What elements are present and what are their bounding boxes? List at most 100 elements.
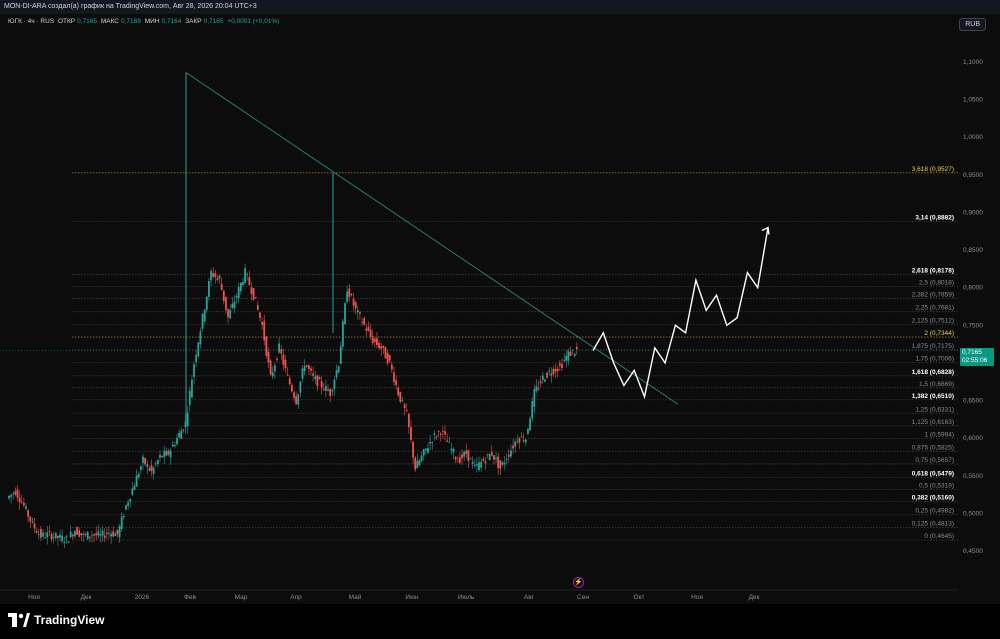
candle-body: [463, 451, 466, 457]
candle-body: [482, 459, 485, 462]
candle-body: [271, 372, 274, 377]
candle-body: [144, 457, 147, 465]
fib-level-label: 2,618 (0,8178): [912, 267, 954, 274]
y-tick-label: 0,6500: [963, 398, 983, 405]
candle-body: [382, 345, 385, 348]
candle-body: [67, 541, 70, 543]
candle-body: [108, 532, 110, 534]
y-tick-label: 0,9500: [963, 172, 983, 179]
candle-body: [225, 296, 227, 311]
candle-body: [256, 305, 259, 310]
candle-body: [220, 283, 223, 290]
candle-body: [48, 530, 51, 532]
y-tick-label: 0,5500: [963, 473, 983, 480]
candle-body: [282, 354, 285, 365]
candle-body: [169, 450, 172, 458]
fib-level-label: 0,5 (0,5319): [919, 482, 954, 489]
candle-body: [486, 454, 489, 456]
tradingview-logo[interactable]: TradingView: [8, 613, 104, 627]
lightning-icon[interactable]: ⚡: [573, 577, 584, 588]
candle-body: [114, 533, 117, 537]
candle-body: [386, 352, 389, 364]
candle-body: [522, 440, 525, 442]
candle-body: [33, 523, 36, 529]
fib-level-label: 2,382 (0,7859): [912, 291, 954, 298]
candle-body: [510, 450, 512, 457]
candle-body: [150, 465, 153, 471]
candle-body: [135, 475, 138, 487]
high-label: МАКС: [100, 18, 119, 25]
candle-body: [129, 498, 132, 502]
candle-body: [367, 326, 370, 331]
candle-body: [242, 281, 244, 286]
candle-body: [167, 450, 170, 455]
candle-body: [118, 525, 121, 538]
candle-body: [218, 275, 221, 279]
candle-body: [456, 461, 459, 463]
candle-body: [361, 322, 363, 323]
projection-arrowhead: [761, 226, 770, 235]
symbol-label[interactable]: ЮГК · 4ч · RUS: [8, 18, 54, 25]
candle-body: [465, 450, 468, 454]
candle-body: [22, 502, 25, 506]
bar-countdown: 02:55:06: [962, 357, 988, 364]
candle-body: [501, 462, 504, 465]
candle-body: [86, 531, 89, 540]
candle-body: [533, 389, 536, 407]
candle-body: [544, 379, 546, 382]
fib-level-label: 0,25 (0,4982): [915, 508, 954, 515]
candle-body: [397, 387, 400, 396]
candle-body: [401, 400, 404, 401]
candle-body: [120, 516, 123, 530]
candle-body: [388, 355, 391, 361]
time-axis: [0, 589, 1000, 604]
candle-body: [550, 373, 553, 376]
candle-body: [552, 368, 555, 374]
candle-body: [37, 533, 40, 535]
candle-body: [380, 346, 383, 349]
candle-body: [467, 450, 470, 462]
candle-body: [239, 282, 242, 291]
fib-level-label: 0 (0,4645): [924, 533, 954, 540]
fib-level-label: 1,875 (0,7175): [912, 343, 954, 350]
y-tick-label: 0,4500: [963, 548, 983, 555]
candle-body: [182, 429, 185, 431]
candle-body: [437, 430, 440, 432]
candle-body: [433, 433, 436, 435]
candle-body: [495, 457, 497, 460]
candle-body: [99, 534, 102, 536]
candle-body: [524, 439, 527, 443]
y-tick-label: 0,8000: [963, 285, 983, 292]
candle-body: [448, 441, 451, 443]
candle-body: [446, 440, 449, 442]
candle-body: [173, 445, 176, 447]
candle-body: [259, 312, 261, 319]
fib-level-label: 0,75 (0,5657): [915, 457, 954, 464]
candle-body: [227, 308, 229, 318]
fib-level-label: 0,618 (0,5479): [912, 470, 954, 477]
trendline: [185, 72, 679, 405]
candle-body: [414, 457, 417, 470]
currency-button[interactable]: RUB: [959, 18, 986, 31]
candle-body: [267, 351, 270, 363]
low-label: МИН: [144, 18, 160, 25]
candle-body: [101, 530, 104, 536]
candle-body: [91, 535, 93, 537]
last-price-value: 0,7165: [962, 349, 982, 356]
fib-level-label: 1,382 (0,6510): [912, 393, 954, 400]
candle-body: [527, 428, 529, 434]
last-price-tag: 0,7165 02:55:06: [960, 348, 994, 366]
candle-body: [63, 542, 66, 544]
candle-body: [556, 368, 559, 372]
candle-body: [497, 456, 500, 469]
candle-body: [276, 358, 278, 360]
candle-body: [269, 360, 272, 375]
price-chart[interactable]: 3,618 (0,9527) 3,14 (0,8882) 2,618 (0,8178…: [0, 14, 1000, 604]
candle-body: [93, 534, 95, 536]
candle-body: [176, 437, 178, 445]
chart-area[interactable]: 3,618 (0,9527) 3,14 (0,8882) 2,618 (0,8178…: [0, 14, 1000, 604]
candle-body: [188, 390, 191, 405]
candle-body: [237, 286, 240, 299]
candle-body: [195, 354, 198, 363]
candle-body: [193, 364, 195, 377]
